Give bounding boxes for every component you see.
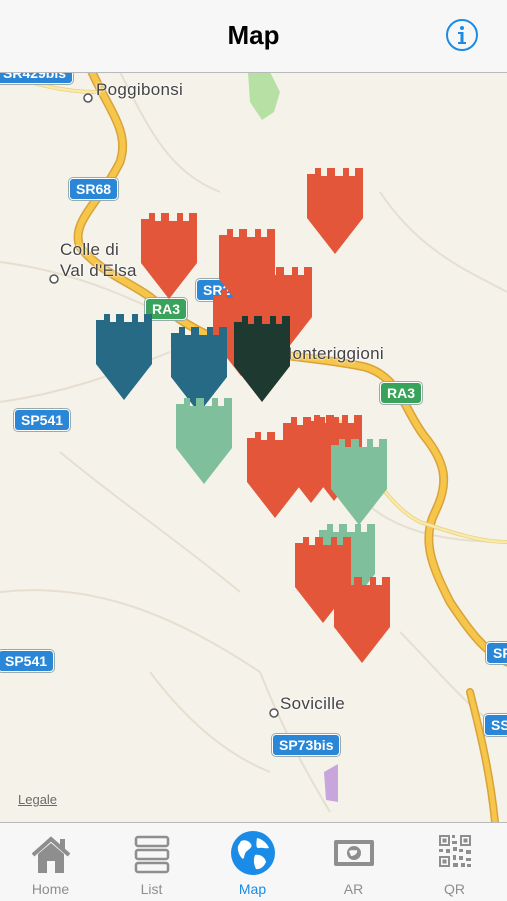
place-label: Val d'Elsa	[60, 261, 137, 280]
road-badge: RA3	[380, 382, 423, 404]
navigation-bar: Map	[0, 0, 507, 73]
castle-marker[interactable]	[141, 213, 197, 301]
qr-icon	[438, 835, 471, 867]
castle-marker[interactable]	[331, 439, 387, 527]
castle-marker[interactable]	[334, 577, 390, 665]
road-badge: SR68	[69, 178, 119, 200]
road-badge: SS	[484, 714, 507, 736]
legal-link[interactable]: Legale	[18, 792, 57, 807]
road-badge: SP	[486, 642, 507, 664]
tab-label: List	[140, 881, 163, 897]
place-label: Colle di	[60, 240, 120, 259]
castle-marker[interactable]	[96, 314, 152, 402]
road-badge: SP541	[14, 409, 71, 431]
page-title: Map	[227, 20, 280, 50]
place-label: Sovicille	[280, 694, 346, 713]
road-badge: SP541	[0, 650, 55, 672]
tab-map[interactable]: Map	[202, 823, 303, 901]
castle-marker[interactable]	[234, 316, 290, 404]
tab-label: Home	[31, 881, 70, 897]
castle-marker[interactable]	[307, 168, 363, 256]
tab-qr[interactable]: QR	[404, 823, 505, 901]
tab-label: Map	[238, 881, 267, 897]
tab-bar: Home List Map AR QR	[0, 822, 507, 901]
tab-list[interactable]: List	[101, 823, 202, 901]
tab-label: AR	[343, 881, 364, 897]
tab-ar[interactable]: AR	[303, 823, 404, 901]
list-icon	[134, 835, 169, 874]
road-badge: SR429bis	[0, 72, 74, 84]
place-label: Poggibonsi	[96, 80, 184, 99]
map-view[interactable]: Poggibonsi Colle di Val d'Elsa Monterigg…	[0, 72, 507, 822]
info-button[interactable]	[446, 19, 478, 51]
tab-home[interactable]: Home	[0, 823, 101, 901]
info-icon	[446, 19, 478, 51]
road-badge: SP73bis	[272, 734, 341, 756]
castle-marker[interactable]	[176, 398, 232, 486]
ar-icon	[333, 840, 374, 866]
tab-label: QR	[444, 881, 465, 897]
globe-icon	[230, 831, 275, 875]
home-icon	[31, 836, 70, 873]
